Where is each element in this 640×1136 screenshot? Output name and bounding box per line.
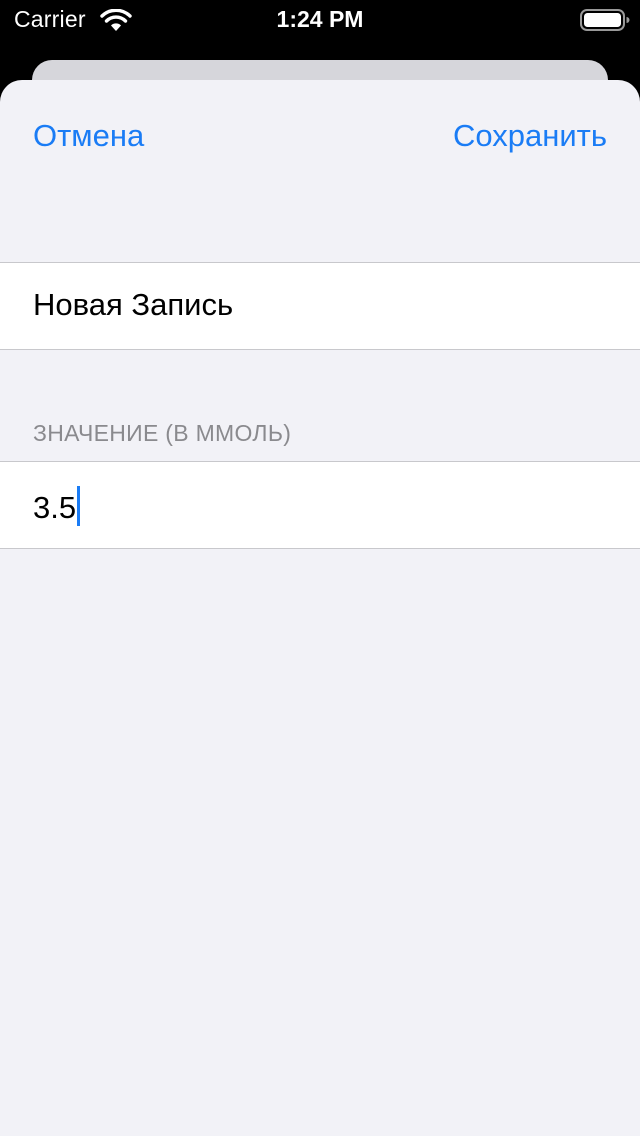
battery-icon bbox=[580, 9, 630, 31]
app-screen: Carrier 1:24 PM Отмена Сохранить Новая З… bbox=[0, 0, 640, 1136]
value-field[interactable]: 3.5 bbox=[33, 490, 76, 525]
value-field-wrap[interactable]: 3.5 bbox=[33, 486, 81, 526]
status-bar: Carrier 1:24 PM bbox=[0, 0, 640, 42]
status-time: 1:24 PM bbox=[276, 6, 364, 32]
cancel-button[interactable]: Отмена bbox=[33, 118, 144, 154]
value-field-row[interactable]: 3.5 bbox=[0, 461, 640, 549]
text-cursor bbox=[77, 486, 81, 526]
value-section-header: ЗНАЧЕНИЕ (В ММОЛЬ) bbox=[33, 420, 292, 446]
save-button[interactable]: Сохранить bbox=[453, 118, 607, 154]
title-field[interactable]: Новая Запись bbox=[33, 287, 233, 323]
modal-sheet: Отмена Сохранить Новая Запись ЗНАЧЕНИЕ (… bbox=[0, 80, 640, 1136]
title-field-row[interactable]: Новая Запись bbox=[0, 262, 640, 350]
